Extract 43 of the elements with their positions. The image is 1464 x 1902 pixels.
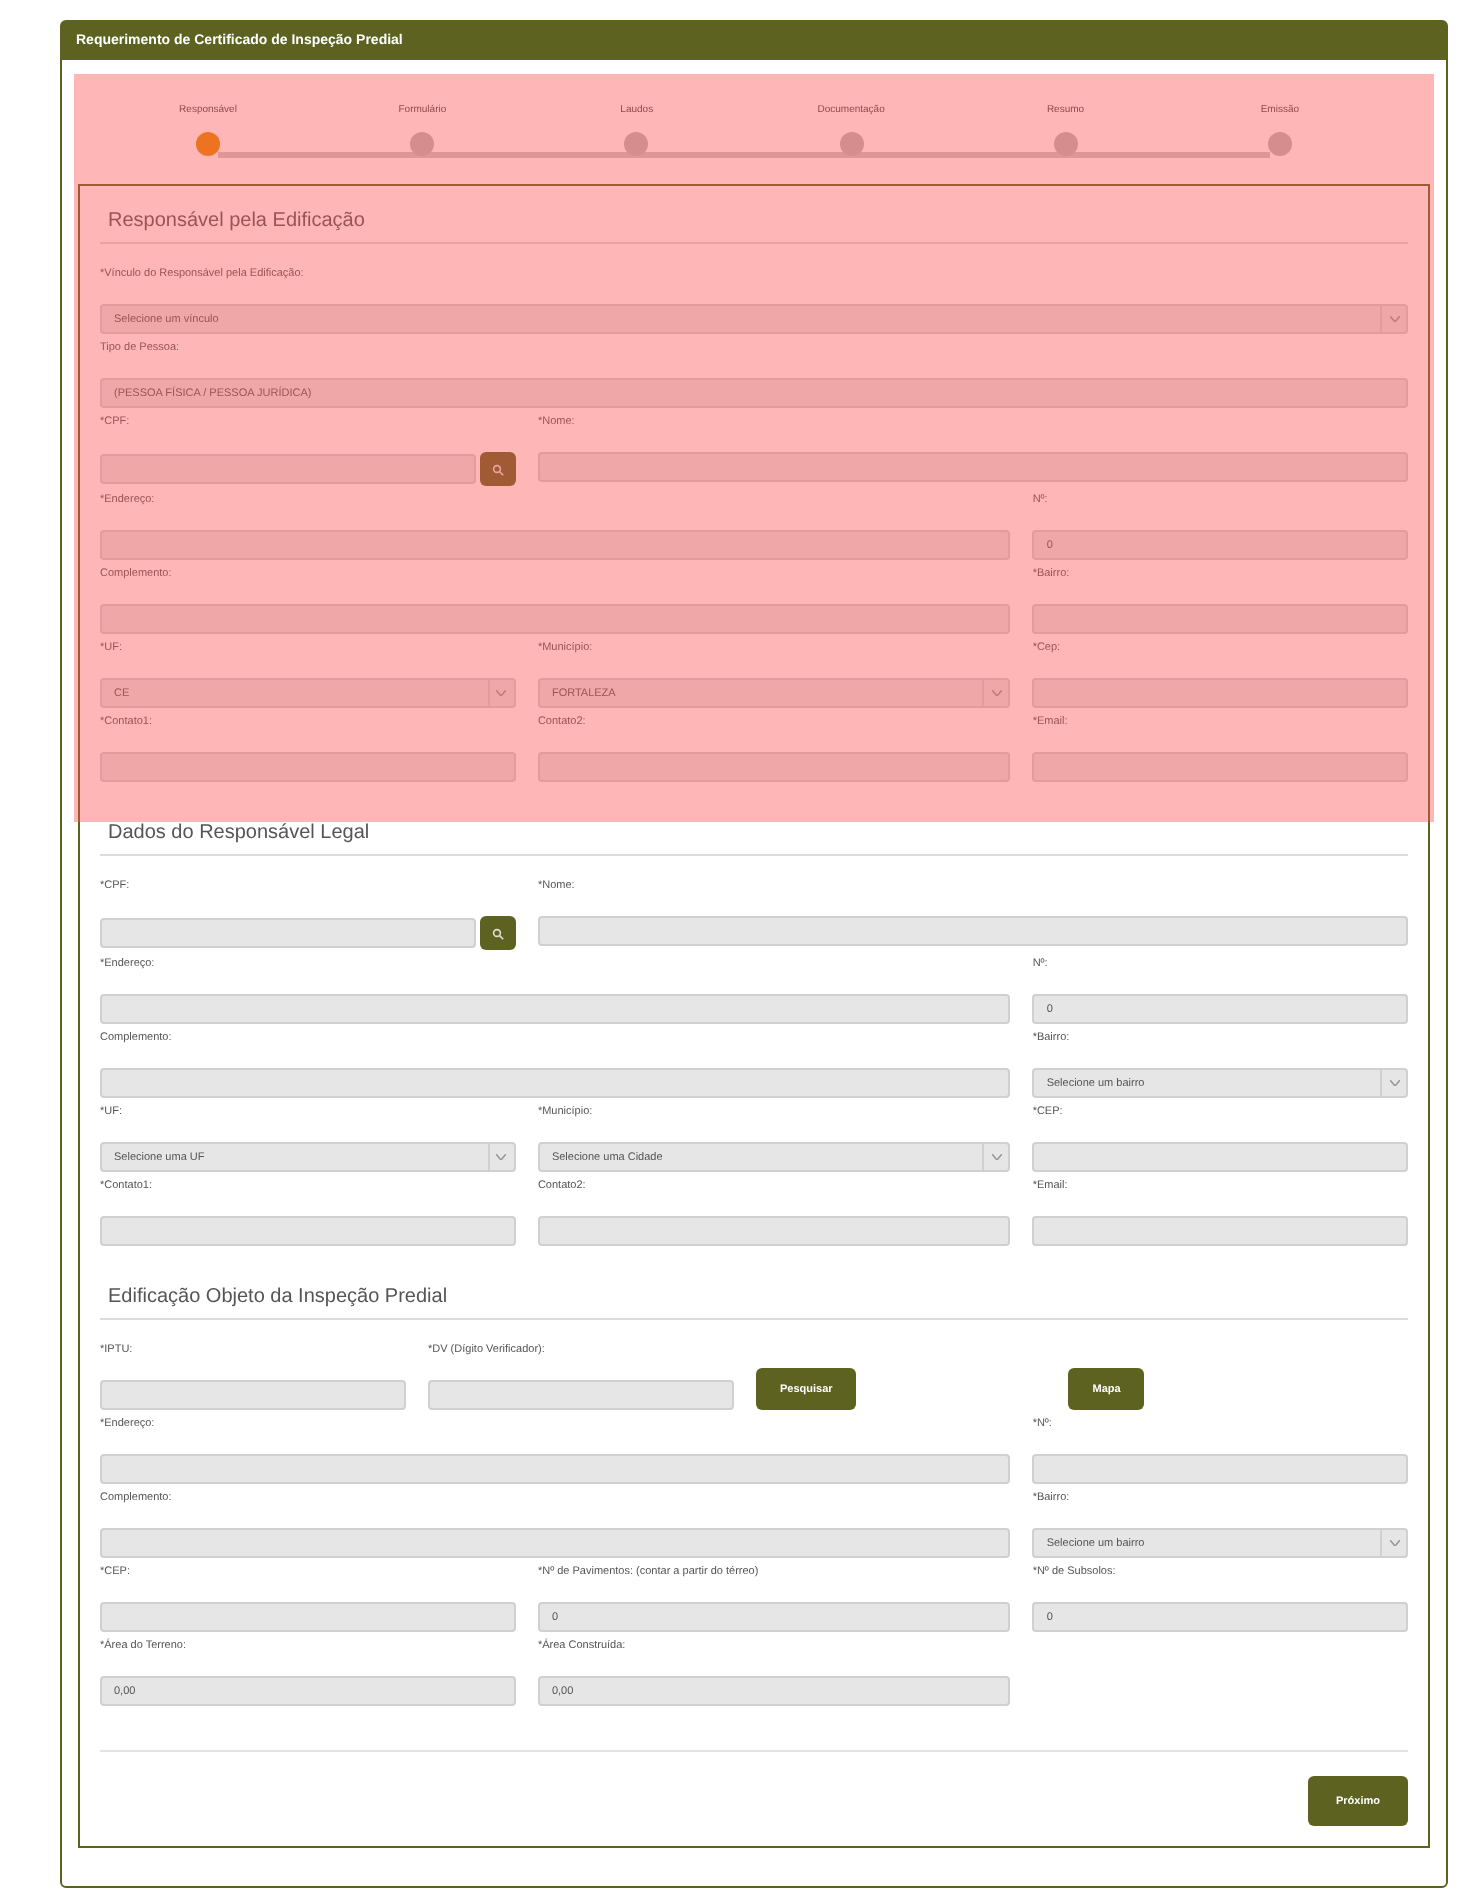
search-button[interactable] — [479, 452, 516, 486]
input-field[interactable] — [1032, 752, 1408, 782]
caret-icon — [496, 690, 507, 696]
input-field[interactable] — [1032, 1216, 1408, 1246]
step-dot[interactable] — [624, 132, 649, 156]
input-field[interactable] — [1032, 1454, 1408, 1484]
input-field[interactable] — [537, 1216, 1011, 1246]
section-title: Dados do Responsável Legal — [100, 810, 1408, 856]
input-field[interactable] — [537, 752, 1011, 782]
input-field[interactable] — [100, 1528, 1011, 1558]
input-field[interactable] — [1032, 604, 1408, 634]
input-field[interactable] — [100, 530, 1011, 560]
search-icon — [491, 463, 504, 475]
search-icon — [491, 927, 504, 939]
section-title: Edificação Objeto da Inspeção Predial — [100, 1274, 1408, 1320]
input-field[interactable] — [100, 1454, 1011, 1484]
step-dot[interactable] — [1267, 132, 1292, 156]
input-field[interactable] — [100, 604, 1011, 634]
input-field[interactable] — [1032, 1142, 1408, 1172]
input-field[interactable] — [537, 452, 1408, 482]
input-field[interactable] — [100, 994, 1011, 1024]
section-title: Responsável pela Edificação — [100, 198, 1408, 244]
input-field[interactable] — [428, 1380, 734, 1410]
caret-icon — [496, 1154, 507, 1160]
caret-icon — [1389, 316, 1399, 322]
caret-icon — [1389, 1540, 1399, 1546]
search-button[interactable] — [479, 916, 516, 950]
caret-icon — [1389, 1080, 1399, 1086]
step-dot[interactable] — [1053, 132, 1078, 156]
step-dot[interactable] — [196, 132, 220, 156]
input-field[interactable] — [100, 752, 516, 782]
input-field[interactable] — [100, 1216, 516, 1246]
input-field[interactable] — [100, 1602, 516, 1632]
caret-icon — [991, 690, 1002, 696]
step-dot[interactable] — [839, 132, 864, 156]
step-dot[interactable] — [410, 132, 435, 156]
input-field[interactable] — [100, 454, 476, 484]
input-field[interactable] — [100, 1380, 406, 1410]
input-field[interactable] — [1032, 678, 1408, 708]
input-field[interactable] — [537, 916, 1408, 946]
input-field[interactable] — [100, 1068, 1011, 1098]
caret-icon — [991, 1154, 1002, 1160]
input-field[interactable] — [100, 918, 476, 948]
